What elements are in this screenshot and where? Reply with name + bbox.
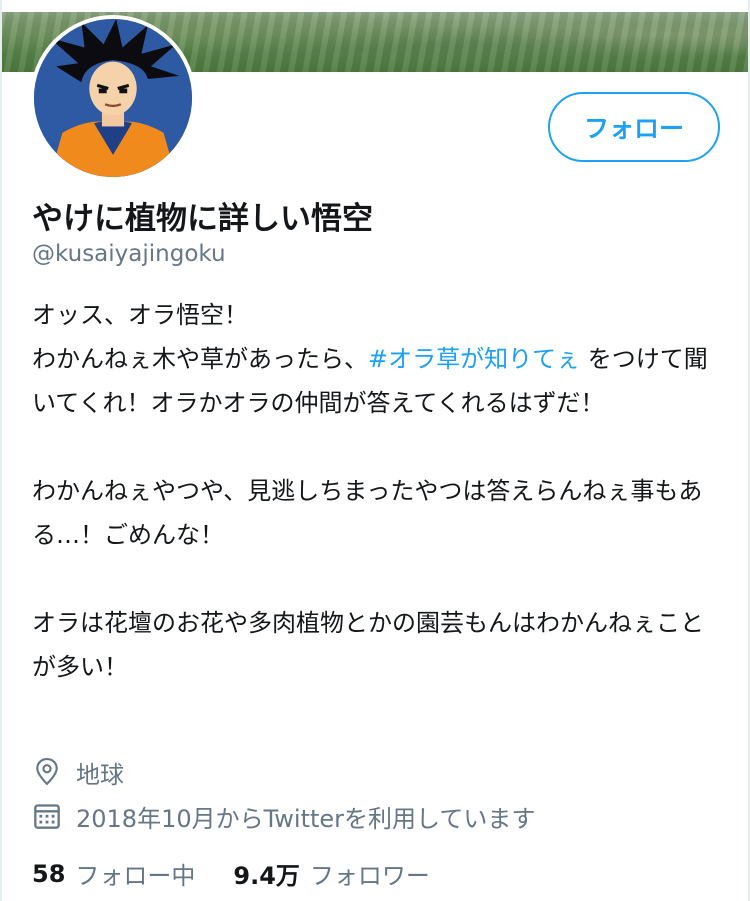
profile-location: 地球 [32, 754, 124, 790]
bio-paragraph: オラは花壇のお花や多肉植物とかの園芸もんはわかんねぇことが多い！ [32, 609, 704, 681]
bio-line: オッス、オラ悟空！ [32, 301, 248, 329]
location-text: 地球 [76, 760, 124, 789]
following-label: フォロー中 [75, 862, 196, 890]
following-stat[interactable]: 58 フォロー中 [32, 856, 195, 891]
following-count: 58 [32, 859, 66, 888]
location-pin-icon [32, 757, 62, 787]
hashtag-link[interactable]: #オラ草が知りてぇ [368, 345, 580, 373]
bio-line: わかんねぇ木や草があったら、#オラ草が知りてぇ をつけて聞いてくれ！オラかオラの… [32, 337, 722, 425]
followers-label: フォロワー [309, 862, 430, 890]
avatar-illustration [34, 19, 192, 177]
follow-button[interactable]: フォロー [548, 92, 720, 162]
bio-paragraph: わかんねぇやつや、見逃しちまったやつは答えらんねぇ事もある…！ごめんな！ [32, 477, 703, 549]
avatar[interactable] [30, 15, 196, 181]
profile-join-date: 2018年10月からTwitterを利用しています [32, 798, 535, 834]
bio-spacer [32, 425, 722, 469]
followers-stat[interactable]: 9.4万 フォロワー [233, 856, 430, 891]
join-date-text: 2018年10月からTwitterを利用しています [76, 804, 536, 833]
profile-bio: オッス、オラ悟空！ わかんねぇ木や草があったら、#オラ草が知りてぇ をつけて聞い… [32, 293, 722, 689]
follow-stats: 58 フォロー中 9.4万 フォロワー [32, 856, 430, 891]
handle[interactable]: @kusaiyajingoku [32, 241, 226, 267]
bio-spacer [32, 557, 722, 601]
calendar-icon [32, 801, 62, 831]
followers-count: 9.4万 [233, 862, 300, 890]
bio-text: わかんねぇ木や草があったら、 [32, 345, 368, 373]
display-name: やけに植物に詳しい悟空 [32, 201, 373, 237]
frame-border-left [0, 0, 2, 901]
